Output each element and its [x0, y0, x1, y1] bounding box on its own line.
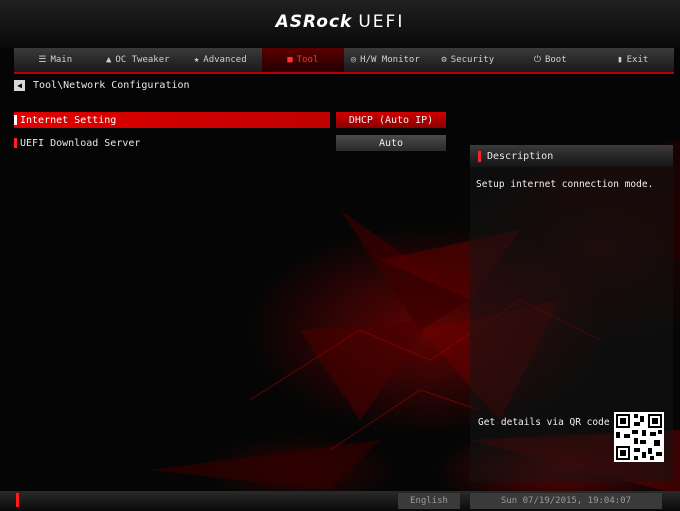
list-icon: ☰ [38, 55, 47, 65]
qr-code-icon[interactable] [614, 412, 664, 462]
description-text: Setup internet connection mode. [476, 179, 654, 190]
main-tab-bar: ☰ Main ▲ OC Tweaker ★ Advanced ■ Tool ◎ H/W M… [14, 48, 674, 74]
datetime-display: Sun 07/19/2015, 19:04:07 [470, 493, 662, 509]
tab-tool[interactable]: ■ Tool [261, 48, 344, 72]
tab-hw-monitor[interactable]: ◎ H/W Monitor [344, 50, 427, 70]
language-selector[interactable]: English [398, 493, 460, 509]
row-marker [14, 138, 17, 148]
brand-logo: ASRock UEFI [275, 12, 405, 32]
bottom-marker [16, 493, 19, 507]
setting-label: Internet Setting [20, 114, 117, 126]
exit-icon: ▮ [617, 55, 623, 65]
row-marker [14, 115, 17, 125]
tab-exit[interactable]: ▮ Exit [592, 50, 675, 70]
setting-row-internet[interactable]: Internet Setting [14, 112, 330, 128]
description-header: Description [470, 145, 673, 167]
setting-row-download-server[interactable]: UEFI Download Server [14, 135, 330, 151]
rocket-icon: ▲ [105, 55, 112, 65]
monitor-icon: ◎ [350, 55, 357, 65]
back-arrow-icon[interactable]: ◀ [14, 80, 25, 91]
qr-caption: Get details via QR code [478, 417, 610, 428]
tab-security[interactable]: ⚙ Security [427, 50, 510, 70]
download-server-value[interactable]: Auto [336, 135, 446, 151]
setting-label: UEFI Download Server [20, 137, 141, 149]
tab-oc-tweaker[interactable]: ▲ OC Tweaker [97, 50, 180, 70]
description-title: Description [487, 150, 554, 162]
tab-advanced[interactable]: ★ Advanced [179, 50, 262, 70]
breadcrumb-path: Tool\Network Configuration [33, 80, 190, 91]
internet-setting-value[interactable]: DHCP (Auto IP) [336, 112, 446, 128]
tab-main[interactable]: ☰ Main [14, 50, 97, 70]
breadcrumb: ◀ Tool\Network Configuration [14, 80, 190, 91]
top-bar: ASRock UEFI [0, 0, 680, 48]
tab-boot[interactable]: ⏻ Boot [509, 50, 592, 70]
power-icon: ⏻ [533, 55, 541, 65]
toolbox-icon: ■ [287, 55, 293, 65]
description-marker [478, 150, 481, 162]
star-icon: ★ [193, 55, 200, 65]
shield-icon: ⚙ [441, 55, 447, 65]
